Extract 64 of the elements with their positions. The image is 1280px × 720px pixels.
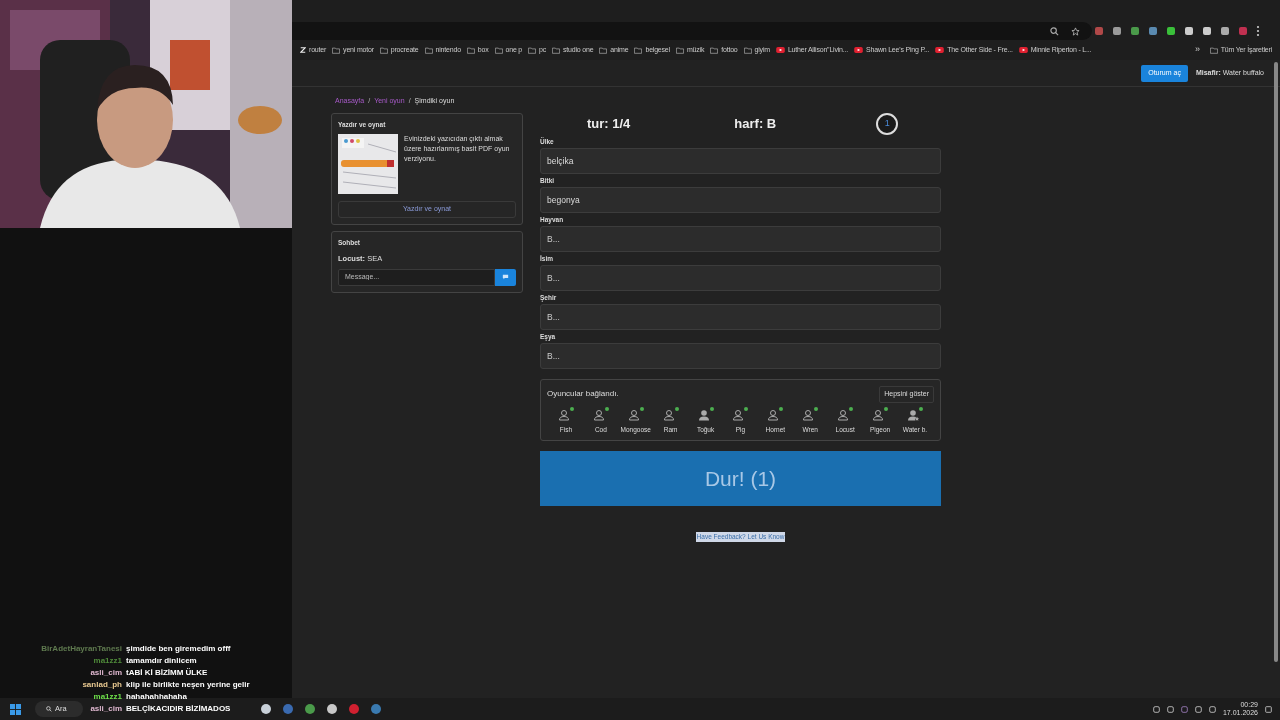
chat-username: BirAdetHayranTanesi xyxy=(41,643,122,655)
person-icon xyxy=(558,408,570,421)
folder-icon xyxy=(528,46,537,54)
chat-text: şimdide ben giremedim offf xyxy=(126,643,231,655)
play-icon xyxy=(775,47,785,53)
folder-icon xyxy=(743,46,752,54)
more-bookmarks-button[interactable]: » xyxy=(1194,43,1200,57)
person-icon xyxy=(906,408,919,421)
status-text: Oyuncular bağlandı. xyxy=(547,388,619,401)
folder-icon xyxy=(379,46,388,54)
person-icon xyxy=(627,408,640,421)
app-icon[interactable] xyxy=(326,703,338,715)
chat-text: klip ile birlikte neşen yerine gelir xyxy=(126,679,250,691)
folder-icon xyxy=(675,46,684,54)
person-icon xyxy=(697,408,710,421)
scrollbar[interactable] xyxy=(1274,62,1278,662)
notification-icon[interactable] xyxy=(1265,705,1272,713)
chat-text: tABİ Kİ BİZİMM ÜLKE xyxy=(126,667,208,679)
current-letter: harf: B xyxy=(734,115,777,134)
folder-icon xyxy=(424,46,433,54)
folder-icon xyxy=(494,46,503,54)
answer-field[interactable]: B... xyxy=(540,304,941,330)
chat-username: asli_cim xyxy=(90,667,122,679)
person-icon xyxy=(872,408,884,421)
app-icon[interactable] xyxy=(260,703,272,715)
chat-text: hahahahhahaha xyxy=(126,691,187,703)
answer-field[interactable]: B... xyxy=(540,265,941,291)
folder-icon xyxy=(1209,46,1218,54)
answer-field[interactable]: B... xyxy=(540,226,941,252)
answer-field[interactable]: belçika xyxy=(540,148,941,174)
play-icon xyxy=(1018,47,1028,53)
app-icon[interactable] xyxy=(304,703,316,715)
person-icon xyxy=(662,408,675,421)
folder-icon xyxy=(466,46,475,54)
chat-username: asli_cim xyxy=(90,703,122,715)
folder-icon xyxy=(552,46,561,54)
zoom-icon[interactable] xyxy=(1050,26,1059,36)
folder-icon xyxy=(332,46,341,54)
chat-username: ma1zz1 xyxy=(93,691,122,703)
search-icon xyxy=(46,706,52,712)
answer-field[interactable]: B... xyxy=(540,343,941,369)
start-icon[interactable] xyxy=(10,703,21,715)
chat-username: sanlad_ph xyxy=(82,679,122,691)
send-button[interactable] xyxy=(495,268,516,286)
chat-text: BELÇİKACIDIR BİZİMADOS xyxy=(126,703,231,715)
timer: 1 xyxy=(876,113,899,135)
play-icon xyxy=(854,47,864,53)
star-icon[interactable] xyxy=(1071,26,1080,36)
person-icon xyxy=(767,408,780,421)
play-icon xyxy=(935,47,945,53)
z-icon xyxy=(300,47,306,53)
person-icon xyxy=(802,408,815,421)
chat-bubble-icon xyxy=(502,274,509,281)
answer-field[interactable]: begonya xyxy=(540,187,941,213)
person-icon xyxy=(837,408,850,421)
chat-text: tamamdır dinlicem xyxy=(126,655,197,667)
person-icon xyxy=(592,408,605,421)
folder-icon xyxy=(710,46,719,54)
round-counter: tur: 1/4 xyxy=(587,115,631,134)
chat-username: ma1zz1 xyxy=(93,655,122,667)
person-icon xyxy=(732,408,745,421)
folder-icon xyxy=(599,46,608,54)
menu-icon[interactable] xyxy=(1256,25,1260,37)
folder-icon xyxy=(634,46,643,54)
